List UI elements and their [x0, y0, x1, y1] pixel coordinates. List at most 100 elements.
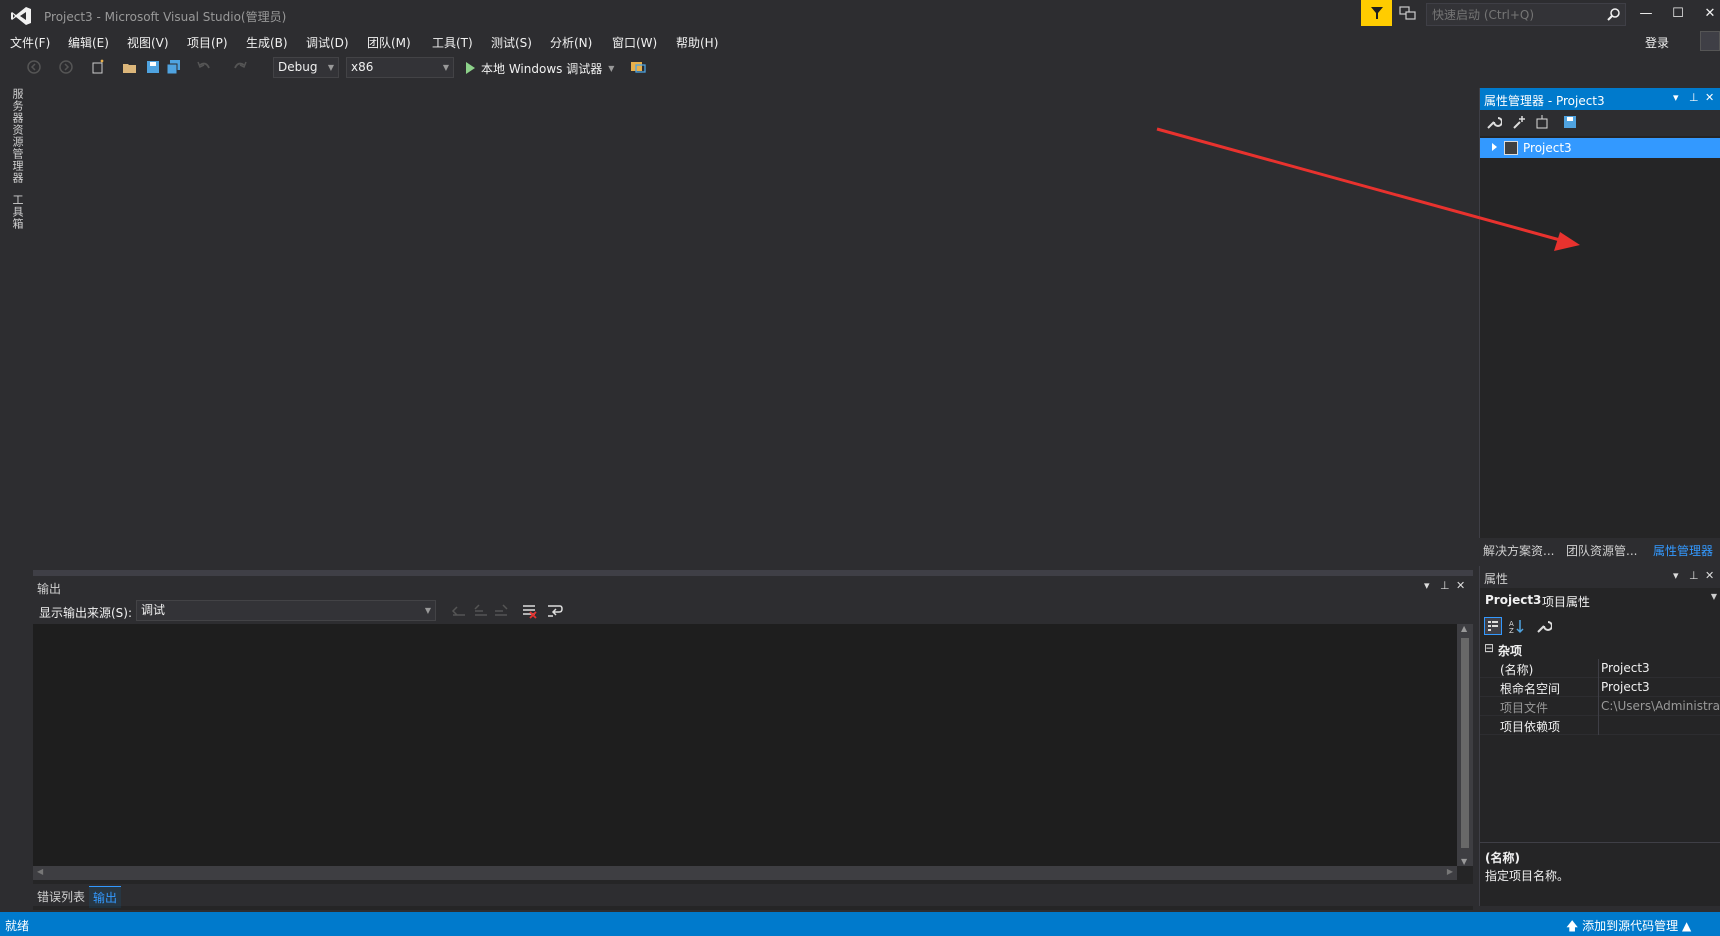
alphabetical-sort-icon[interactable]: AZ: [1508, 618, 1524, 634]
tab-output[interactable]: 输出: [89, 886, 122, 908]
left-tool-rail: 服务器资源管理器 工具箱: [0, 82, 30, 912]
close-button[interactable]: ✕: [1696, 4, 1720, 24]
close-icon[interactable]: ✕: [1456, 579, 1465, 592]
start-debugging-button[interactable]: 本地 Windows 调试器 ▼: [466, 59, 614, 77]
save-icon[interactable]: [145, 59, 161, 75]
pin-icon[interactable]: ⊥: [1440, 579, 1450, 592]
output-source-value: 调试: [141, 603, 166, 617]
arrow-up-icon: 🡅: [1566, 919, 1583, 933]
add-existing-sheet-icon[interactable]: [1534, 114, 1550, 130]
feedback-icon[interactable]: [1399, 6, 1417, 22]
vertical-scrollbar[interactable]: ▲ ▼: [1457, 624, 1473, 866]
browse-files-icon[interactable]: [630, 59, 646, 75]
menu-test[interactable]: 测试(S): [491, 34, 532, 51]
menu-team[interactable]: 团队(M): [367, 34, 411, 51]
account-icon[interactable]: [1700, 31, 1720, 51]
menu-tools[interactable]: 工具(T): [432, 34, 473, 51]
standard-toolbar: Debug ▼ x86 ▼ 本地 Windows 调试器 ▼: [0, 55, 1720, 80]
output-source-dropdown[interactable]: 调试 ▼: [136, 600, 436, 621]
add-to-source-control-button[interactable]: 🡅 添加到源代码管理 ▲: [1566, 917, 1691, 936]
menu-analyze[interactable]: 分析(N): [550, 34, 592, 51]
redo-icon[interactable]: [232, 59, 248, 75]
expand-arrow-icon[interactable]: [1492, 143, 1497, 151]
property-row[interactable]: 项目依赖项: [1480, 716, 1720, 735]
tab-property-manager[interactable]: 属性管理器: [1653, 542, 1713, 559]
menu-help[interactable]: 帮助(H): [676, 34, 718, 51]
scroll-down-icon[interactable]: ▼: [1461, 857, 1467, 866]
property-row[interactable]: (名称) Project3: [1480, 659, 1720, 678]
menu-file[interactable]: 文件(F): [10, 34, 50, 51]
chevron-down-icon[interactable]: ▾: [1673, 569, 1679, 582]
property-value[interactable]: C:\Users\Administrato: [1601, 699, 1720, 713]
properties-wrench-icon[interactable]: [1486, 114, 1502, 130]
scroll-left-icon[interactable]: ◀: [37, 867, 43, 876]
quick-launch-box[interactable]: [1426, 3, 1626, 26]
property-name: 项目文件: [1500, 701, 1549, 715]
properties-title: 属性: [1484, 572, 1509, 586]
properties-object-selector[interactable]: Project3 项目属性 ▼: [1480, 590, 1720, 610]
clear-all-icon[interactable]: [521, 603, 537, 619]
chevron-down-icon[interactable]: ▾: [1673, 91, 1679, 104]
find-message-icon[interactable]: [451, 603, 467, 619]
object-name: Project3: [1485, 593, 1542, 607]
start-debugging-label: 本地 Windows 调试器: [481, 61, 603, 76]
open-file-icon[interactable]: [122, 59, 138, 75]
previous-message-icon[interactable]: [473, 603, 489, 619]
tree-item-project3[interactable]: Project3: [1480, 138, 1720, 158]
search-icon[interactable]: [1607, 7, 1621, 21]
solution-config-dropdown[interactable]: Debug ▼: [273, 57, 339, 78]
forward-icon[interactable]: [58, 59, 74, 75]
toggle-word-wrap-icon[interactable]: [547, 603, 563, 619]
close-icon[interactable]: ✕: [1705, 569, 1714, 582]
platform-dropdown[interactable]: x86 ▼: [346, 57, 454, 78]
pin-icon[interactable]: ⊥: [1689, 91, 1699, 104]
chevron-down-icon[interactable]: ▼: [608, 64, 614, 73]
back-icon[interactable]: [26, 59, 42, 75]
quick-launch-input[interactable]: [1427, 4, 1602, 25]
output-toolbar: 显示输出来源(S): 调试 ▼: [33, 598, 1473, 624]
maximize-button[interactable]: ☐: [1664, 4, 1692, 24]
close-icon[interactable]: ✕: [1705, 91, 1714, 104]
chevron-down-icon[interactable]: ▾: [1424, 579, 1430, 592]
play-icon: [466, 62, 475, 74]
property-row[interactable]: 项目文件 C:\Users\Administrato: [1480, 697, 1720, 716]
save-icon[interactable]: [1562, 114, 1578, 130]
menu-build[interactable]: 生成(B): [246, 34, 288, 51]
notification-filter-button[interactable]: [1361, 0, 1392, 26]
undo-icon[interactable]: [196, 59, 212, 75]
pin-icon[interactable]: ⊥: [1689, 569, 1699, 582]
collapse-icon[interactable]: ⊟: [1484, 641, 1494, 655]
scrollbar-thumb[interactable]: [1461, 638, 1469, 848]
status-bar: 就绪 🡅 添加到源代码管理 ▲: [0, 912, 1720, 936]
minimize-button[interactable]: —: [1632, 4, 1660, 24]
categorized-icon[interactable]: [1484, 617, 1502, 635]
scroll-up-icon[interactable]: ▲: [1461, 624, 1467, 633]
horizontal-scrollbar[interactable]: ◀ ▶: [33, 866, 1457, 880]
menu-bar: 文件(F) 编辑(E) 视图(V) 项目(P) 生成(B) 调试(D) 团队(M…: [0, 31, 1720, 53]
property-value[interactable]: Project3: [1601, 680, 1720, 694]
menu-debug[interactable]: 调试(D): [306, 34, 349, 51]
tab-team-explorer[interactable]: 团队资源管...: [1566, 542, 1637, 559]
menu-view[interactable]: 视图(V): [127, 34, 169, 51]
output-text-area[interactable]: [33, 624, 1457, 866]
column-divider: [1598, 716, 1599, 735]
tab-error-list[interactable]: 错误列表: [33, 886, 89, 907]
new-project-icon[interactable]: [90, 59, 106, 75]
scroll-right-icon[interactable]: ▶: [1447, 867, 1453, 876]
property-value[interactable]: Project3: [1601, 661, 1720, 675]
next-message-icon[interactable]: [493, 603, 509, 619]
property-pages-wrench-icon[interactable]: [1536, 618, 1552, 634]
category-row[interactable]: ⊟ 杂项: [1480, 640, 1720, 659]
menu-window[interactable]: 窗口(W): [612, 34, 657, 51]
source-control-label: 添加到源代码管理: [1582, 919, 1679, 933]
save-all-icon[interactable]: [166, 59, 182, 75]
menu-project[interactable]: 项目(P): [187, 34, 228, 51]
tab-solution-explorer[interactable]: 解决方案资...: [1483, 542, 1554, 559]
menu-edit[interactable]: 编辑(E): [68, 34, 109, 51]
chevron-down-icon[interactable]: ▼: [1711, 592, 1717, 601]
property-row[interactable]: 根命名空间 Project3: [1480, 678, 1720, 697]
sign-in-link[interactable]: 登录: [1645, 34, 1669, 51]
add-new-sheet-icon[interactable]: [1512, 114, 1528, 130]
toolbox-tab[interactable]: 工具箱: [9, 194, 25, 230]
server-explorer-tab[interactable]: 服务器资源管理器: [9, 88, 25, 184]
